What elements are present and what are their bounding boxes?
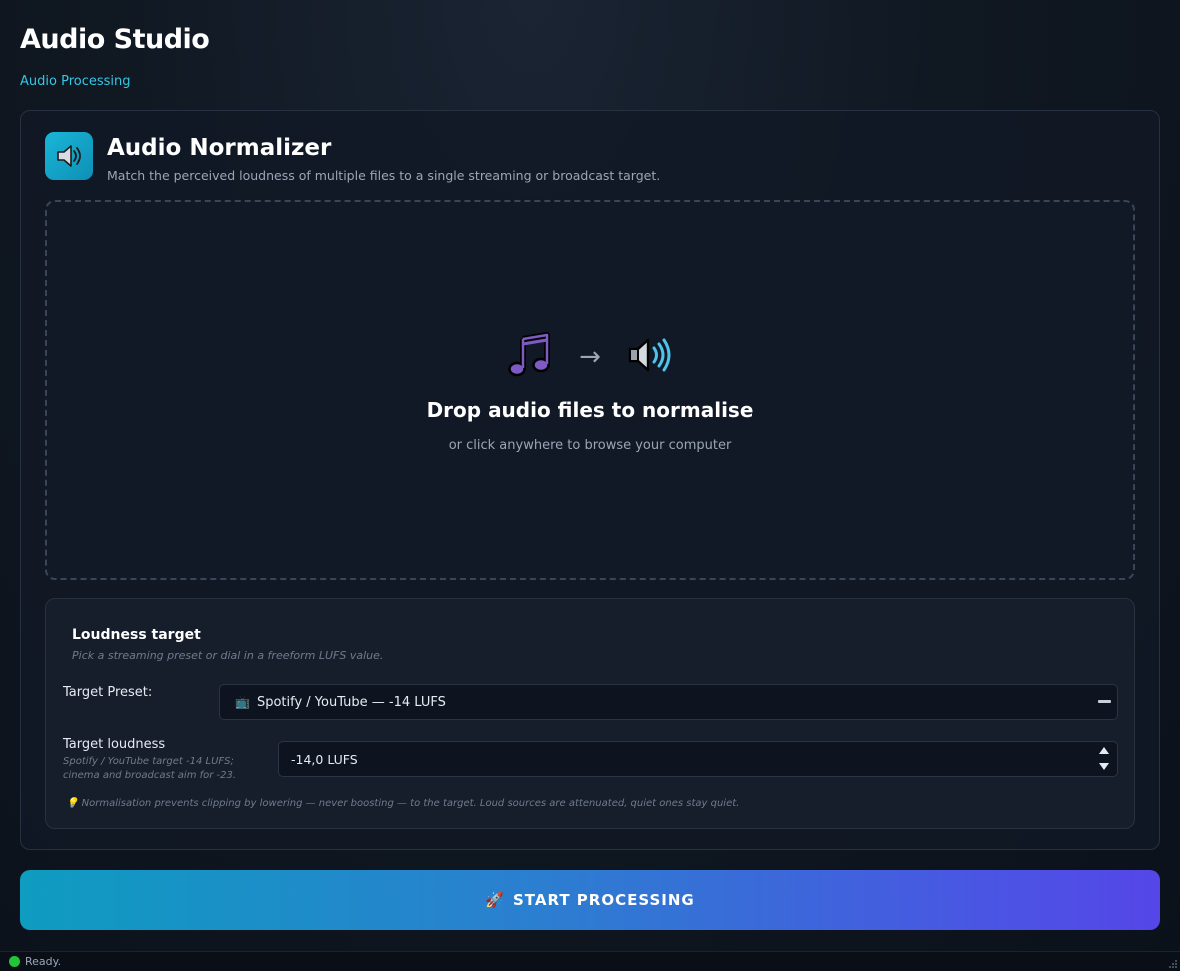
app-subtitle: Audio Processing bbox=[20, 74, 131, 89]
dropzone-icons: → bbox=[47, 332, 1133, 382]
status-text: Ready. bbox=[25, 955, 62, 968]
start-processing-label: START PROCESSING bbox=[512, 891, 695, 909]
target-preset-value: Spotify / YouTube — -14 LUFS bbox=[256, 694, 446, 710]
target-loudness-hint: Spotify / YouTube target -14 LUFS; cinem… bbox=[63, 756, 237, 781]
settings-title: Loudness target bbox=[72, 627, 201, 643]
lightbulb-icon: 💡 bbox=[66, 798, 79, 809]
tool-description: Match the perceived loudness of multiple… bbox=[107, 168, 661, 183]
dropzone-title: Drop audio files to normalise bbox=[426, 398, 754, 422]
app-title: Audio Studio bbox=[20, 24, 210, 55]
start-processing-button[interactable]: 🚀 START PROCESSING bbox=[20, 870, 1160, 930]
file-dropzone[interactable]: → Drop audio files to normalise or click… bbox=[45, 200, 1135, 580]
speaker-icon bbox=[45, 132, 93, 180]
target-preset-select[interactable]: 📺 Spotify / YouTube — -14 LUFS bbox=[219, 684, 1118, 720]
arrow-right-icon: → bbox=[579, 342, 601, 372]
music-note-icon bbox=[507, 332, 553, 382]
status-indicator-icon bbox=[9, 956, 20, 967]
collapse-icon[interactable] bbox=[1098, 700, 1111, 703]
rocket-icon: 🚀 bbox=[485, 891, 505, 909]
target-loudness-input[interactable] bbox=[279, 742, 1079, 776]
target-loudness-stepper bbox=[278, 741, 1118, 777]
decrement-button[interactable] bbox=[1095, 760, 1113, 776]
loudness-settings-panel: Loudness target Pick a streaming preset … bbox=[45, 598, 1135, 829]
tool-card: Audio Normalizer Match the perceived lou… bbox=[20, 110, 1160, 850]
increment-button[interactable] bbox=[1095, 744, 1113, 760]
resize-grip-icon[interactable] bbox=[1167, 958, 1177, 968]
chevron-up-icon bbox=[1099, 747, 1109, 754]
tv-icon: 📺 bbox=[235, 695, 250, 709]
normalisation-footnote: 💡 Normalisation prevents clipping by low… bbox=[66, 798, 739, 809]
target-preset-label: Target Preset: bbox=[63, 685, 153, 700]
chevron-down-icon bbox=[1099, 763, 1109, 770]
dropzone-subtitle: or click anywhere to browse your compute… bbox=[448, 438, 732, 453]
settings-description: Pick a streaming preset or dial in a fre… bbox=[72, 649, 384, 662]
tool-title: Audio Normalizer bbox=[107, 135, 332, 161]
footnote-text: Normalisation prevents clipping by lower… bbox=[81, 798, 740, 809]
speaker-waves-icon bbox=[627, 335, 673, 379]
status-bar: Ready. bbox=[0, 951, 1180, 971]
target-loudness-label: Target loudness bbox=[63, 737, 166, 752]
